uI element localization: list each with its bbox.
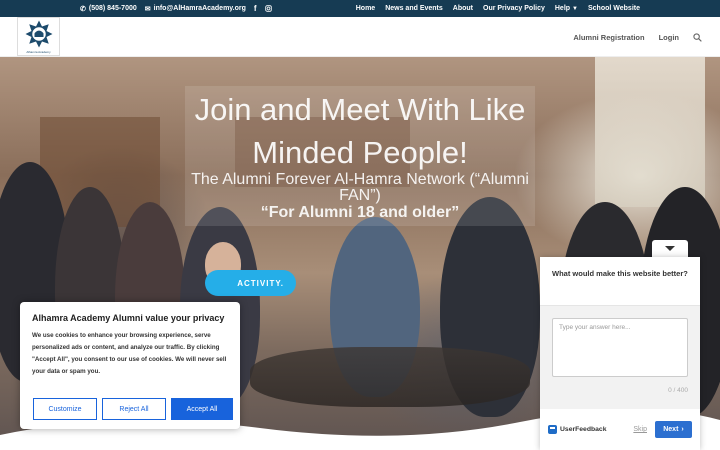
contact-info: ✆ (508) 845-7000 ✉ info@AlHamraAcademy.o… <box>80 0 272 17</box>
nav-login[interactable]: Login <box>659 33 679 42</box>
mail-icon: ✉ <box>144 5 151 13</box>
meeting-table <box>250 347 530 407</box>
logo-text: Alhamra Academy <box>26 50 51 54</box>
userfeedback-logo-icon <box>548 425 557 434</box>
top-nav-home[interactable]: Home <box>356 5 375 12</box>
feedback-footer: UserFeedback Skip Next › <box>540 409 700 450</box>
feedback-next-button[interactable]: Next › <box>655 421 692 438</box>
search-icon[interactable] <box>693 32 702 42</box>
phone-icon: ✆ <box>80 5 86 13</box>
cookie-buttons: Customize Reject All Accept All <box>33 398 233 420</box>
feedback-next-label: Next <box>663 426 679 433</box>
site-logo[interactable]: Alhamra Academy <box>17 17 60 56</box>
hero-subtitle: The Alumni Forever Al-Hamra Network (“Al… <box>191 171 529 204</box>
phone-item[interactable]: ✆ (508) 845-7000 <box>80 5 137 13</box>
top-nav-school-website[interactable]: School Website <box>588 5 640 12</box>
top-nav-help[interactable]: Help ▼ <box>555 5 578 12</box>
userfeedback-brand: UserFeedback <box>548 425 606 434</box>
logo-emblem-icon <box>25 20 52 48</box>
chevron-down-icon: ▼ <box>572 6 578 12</box>
facebook-icon[interactable]: f <box>254 4 257 13</box>
top-nav-privacy[interactable]: Our Privacy Policy <box>483 5 545 12</box>
top-nav-help-label: Help <box>554 5 571 12</box>
instagram-icon[interactable] <box>264 5 272 12</box>
top-nav: Home News and Events About Our Privacy P… <box>356 0 640 17</box>
feedback-widget: What would make this website better? Typ… <box>540 257 700 450</box>
activity-cta-button[interactable]: ACTIVITY. <box>205 270 296 296</box>
cookie-description: We use cookies to enhance your browsing … <box>32 332 227 375</box>
top-contact-bar: ✆ (508) 845-7000 ✉ info@AlHamraAcademy.o… <box>0 0 720 17</box>
top-nav-about[interactable]: About <box>453 5 473 12</box>
userfeedback-brand-label: UserFeedback <box>560 426 607 433</box>
hero-age-note: “For Alumni 18 and older” <box>260 204 460 221</box>
chevron-down-icon <box>665 246 675 251</box>
accept-all-button[interactable]: Accept All <box>171 398 233 420</box>
email-address: info@AlHamraAcademy.org <box>153 5 246 12</box>
cookie-consent-banner: Alhamra Academy Alumni value your privac… <box>20 302 240 429</box>
email-item[interactable]: ✉ info@AlHamraAcademy.org <box>145 5 246 13</box>
reject-all-button[interactable]: Reject All <box>102 398 166 420</box>
hero-title: Join and Meet With Like Minded People! <box>194 92 526 170</box>
feedback-answer-input[interactable]: Type your answer here... <box>552 318 688 377</box>
feedback-collapse-toggle[interactable] <box>652 240 688 257</box>
cookie-title: Alhamra Academy Alumni value your privac… <box>32 313 225 323</box>
feedback-question: What would make this website better? <box>540 257 700 306</box>
nav-alumni-registration[interactable]: Alumni Registration <box>573 33 644 42</box>
main-nav: Alumni Registration Login <box>573 17 702 57</box>
chevron-right-icon: › <box>681 426 684 433</box>
feedback-char-counter: 0 / 400 <box>668 387 688 394</box>
feedback-body: Type your answer here... 0 / 400 <box>540 306 700 409</box>
main-header: Alhamra Academy Alumni Registration Logi… <box>0 17 720 57</box>
top-nav-news[interactable]: News and Events <box>385 5 443 12</box>
customize-button[interactable]: Customize <box>33 398 97 420</box>
feedback-skip-link[interactable]: Skip <box>633 426 647 433</box>
background-window <box>595 57 705 207</box>
phone-number: (508) 845-7000 <box>88 5 137 12</box>
